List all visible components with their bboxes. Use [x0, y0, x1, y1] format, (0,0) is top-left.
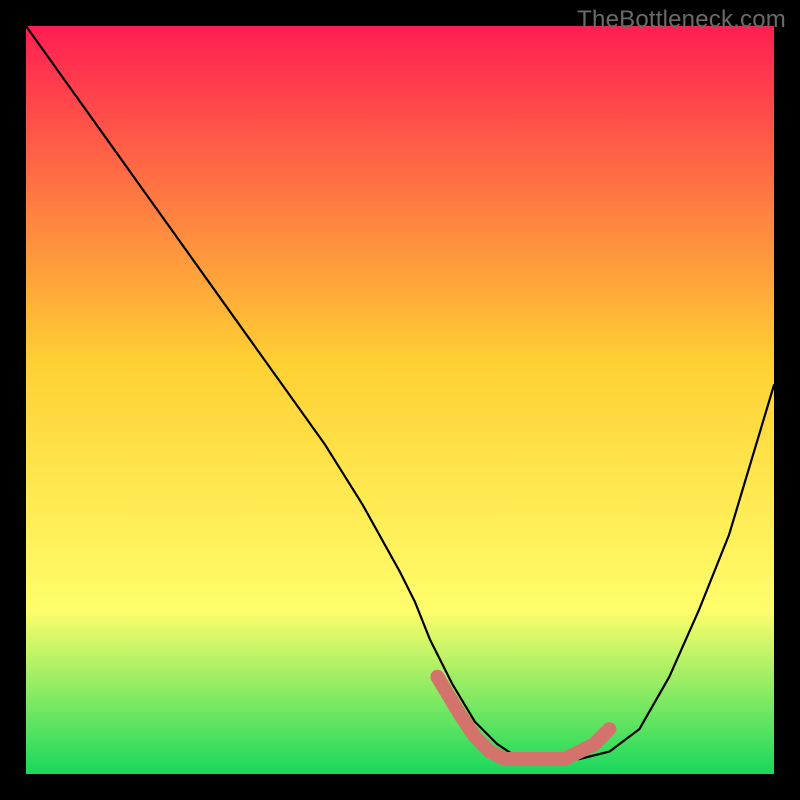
watermark-text: TheBottleneck.com	[577, 6, 786, 34]
chart-svg	[26, 26, 774, 774]
plot-area	[26, 26, 774, 774]
gradient-background	[26, 26, 774, 774]
chart-frame: TheBottleneck.com	[0, 0, 800, 800]
